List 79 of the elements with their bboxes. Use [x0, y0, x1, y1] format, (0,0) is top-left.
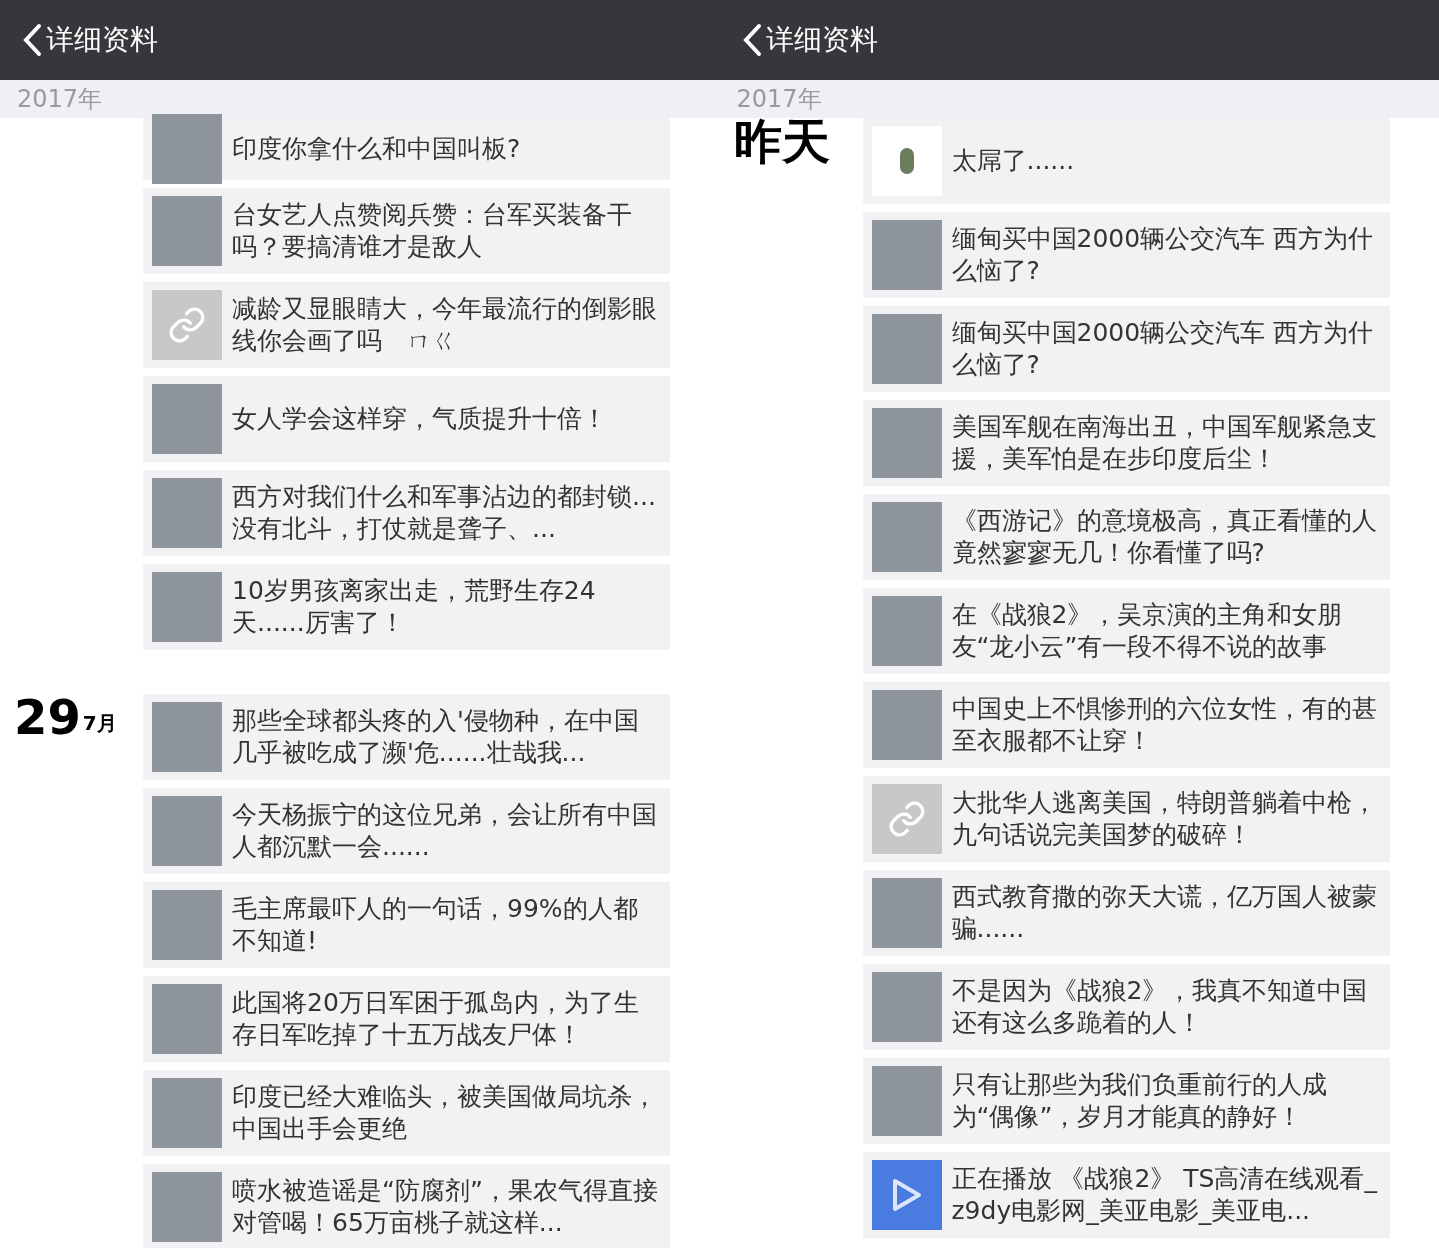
article-title: 今天杨振宁的这位兄弟，会让所有中国人都沉默一会......: [232, 799, 658, 863]
date-label: 昨天: [733, 118, 830, 164]
article-title: 不是因为《战狼2》，我真不知道中国还有这么多跪着的人！: [951, 975, 1369, 1039]
link-icon: [167, 305, 207, 345]
article-title: 《西游记》的意境极高，真正看懂的人竟然寥寥无几！你看懂了吗?: [951, 505, 1378, 569]
back-chevron-icon: [22, 23, 42, 57]
article-title: 女人学会这样穿，气质提升十倍！: [232, 403, 607, 435]
year-header: 2017年: [719, 80, 1439, 118]
article-card[interactable]: 在《战狼2》，吴京演的主角和女朋友“龙小云”有一段不得不说的故事: [862, 588, 1390, 674]
photo-placeholder: [871, 972, 942, 1042]
article-title: 减龄又显眼睛大，今年最流行的倒影眼线你会画了吗 ㄇㄍ: [232, 293, 658, 357]
article-title: 西方对我们什么和军事沾边的都封锁...没有北斗，打仗就是聋子、...: [232, 481, 657, 545]
article-title: 美国军舰在南海出丑，中国军舰紧急支援，美军怕是在步印度后尘！: [951, 411, 1378, 475]
article-card[interactable]: 正在播放 《战狼2》 TS高清在线观看_z9dy电影网_美亚电影_美亚电...: [862, 1152, 1390, 1238]
photo-placeholder: [871, 690, 942, 760]
photo-placeholder: [871, 220, 942, 290]
sticker-thumbnail: [871, 126, 942, 196]
month-label: 7月: [82, 710, 117, 737]
article-card[interactable]: 西式教育撒的弥天大谎，亿万国人被蒙骗......: [862, 870, 1390, 956]
article-card[interactable]: 中国史上不惧惨刑的六位女性，有的甚至衣服都不让穿！: [862, 682, 1390, 768]
article-card[interactable]: 那些全球都头疼的入'侵物种，在中国几乎被吃成了濒'危......壮哉我...: [143, 694, 670, 780]
article-title: 中国史上不惧惨刑的六位女性，有的甚至衣服都不让穿！: [951, 693, 1378, 757]
article-card[interactable]: 毛主席最吓人的一句话，99%的人都不知道!: [143, 882, 670, 968]
article-title: 印度你拿什么和中国叫板?: [232, 133, 521, 165]
article-title: 此国将20万日军困于孤岛内，为了生存日军吃掉了十五万战友尸体！: [232, 987, 640, 1051]
article-title: 大批华人逃离美国，特朗普躺着中枪，九句话说完美国梦的破碎！: [951, 787, 1378, 851]
photo-placeholder: [871, 596, 942, 666]
photo-placeholder: [871, 1066, 942, 1136]
photo-placeholder: [152, 702, 222, 772]
article-card[interactable]: 西方对我们什么和军事沾边的都封锁...没有北斗，打仗就是聋子、...: [143, 470, 670, 556]
year-header: 2017年: [0, 80, 720, 118]
article-card[interactable]: 大批华人逃离美国，特朗普躺着中枪，九句话说完美国梦的破碎！: [862, 776, 1390, 862]
article-card[interactable]: 只有让那些为我们负重前行的人成为“偶像”，岁月才能真的静好！: [862, 1058, 1390, 1144]
article-card[interactable]: 女人学会这样穿，气质提升十倍！: [143, 376, 670, 462]
article-title: 只有让那些为我们负重前行的人成为“偶像”，岁月才能真的静好！: [951, 1069, 1328, 1133]
article-card[interactable]: 缅甸买中国2000辆公交汽车 西方为什么恼了?: [862, 306, 1390, 392]
article-card[interactable]: 10岁男孩离家出走，荒野生存24天......厉害了！: [143, 564, 670, 650]
photo-placeholder: [152, 478, 222, 548]
article-card[interactable]: 台女艺人点赞阅兵赞：台军买装备干吗？要搞清谁才是敌人: [143, 188, 670, 274]
article-card[interactable]: 印度已经大难临头，被美国做局坑杀，中国出手会更绝: [143, 1070, 670, 1156]
photo-placeholder: [871, 408, 942, 478]
photo-placeholder: [871, 878, 942, 948]
article-card[interactable]: 缅甸买中国2000辆公交汽车 西方为什么恼了?: [862, 212, 1390, 298]
article-title: 缅甸买中国2000辆公交汽车 西方为什么恼了?: [951, 317, 1375, 381]
article-card[interactable]: 今天杨振宁的这位兄弟，会让所有中国人都沉默一会......: [143, 788, 670, 874]
photo-placeholder: [152, 384, 222, 454]
article-card[interactable]: 减龄又显眼睛大，今年最流行的倒影眼线你会画了吗 ㄇㄍ: [143, 282, 670, 368]
photo-placeholder: [152, 196, 222, 266]
article-card[interactable]: 喷水被造谣是“防腐剂”，果农气得直接对管喝！65万亩桃子就这样...: [143, 1164, 670, 1248]
photo-placeholder: [152, 796, 222, 866]
article-title: 印度已经大难临头，被美国做局坑杀，中国出手会更绝: [232, 1081, 658, 1145]
article-title: 正在播放 《战狼2》 TS高清在线观看_z9dy电影网_美亚电影_美亚电...: [951, 1163, 1379, 1227]
photo-placeholder: [152, 890, 222, 960]
photo-placeholder: [152, 572, 222, 642]
article-card[interactable]: 美国军舰在南海出丑，中国军舰紧急支援，美军怕是在步印度后尘！: [862, 400, 1390, 486]
article-title: 在《战狼2》，吴京演的主角和女朋友“龙小云”有一段不得不说的故事: [951, 599, 1344, 663]
article-card[interactable]: 太屌了......: [862, 118, 1390, 204]
article-title: 台女艺人点赞阅兵赞：台军买装备干吗？要搞清谁才是敌人: [232, 199, 633, 263]
article-card[interactable]: 此国将20万日军困于孤岛内，为了生存日军吃掉了十五万战友尸体！: [143, 976, 670, 1062]
back-button[interactable]: 详细资料: [741, 19, 878, 61]
article-title: 喷水被造谣是“防腐剂”，果农气得直接对管喝！65万亩桃子就这样...: [232, 1175, 659, 1239]
article-title: 那些全球都头疼的入'侵物种，在中国几乎被吃成了濒'危......壮哉我...: [232, 705, 640, 769]
photo-placeholder: [871, 502, 942, 572]
date-label: 29: [14, 694, 81, 740]
back-chevron-icon: [741, 23, 762, 57]
photo-placeholder: [152, 984, 222, 1054]
photo-placeholder: [871, 314, 942, 384]
photo-placeholder: [152, 114, 222, 184]
photo-placeholder: [152, 1078, 222, 1148]
article-title: 毛主席最吓人的一句话，99%的人都不知道!: [232, 893, 639, 957]
play-icon: [890, 1177, 923, 1213]
article-title: 缅甸买中国2000辆公交汽车 西方为什么恼了?: [951, 223, 1375, 287]
photo-placeholder: [152, 1172, 222, 1242]
article-title: 西式教育撒的弥天大谎，亿万国人被蒙骗......: [951, 881, 1378, 945]
article-title: 10岁男孩离家出走，荒野生存24天......厉害了！: [232, 575, 597, 639]
article-card[interactable]: 不是因为《战狼2》，我真不知道中国还有这么多跪着的人！: [862, 964, 1390, 1050]
article-card[interactable]: 《西游记》的意境极高，真正看懂的人竟然寥寥无几！你看懂了吗?: [862, 494, 1390, 580]
back-button[interactable]: 详细资料: [22, 19, 158, 61]
article-title: 太屌了......: [951, 145, 1075, 177]
